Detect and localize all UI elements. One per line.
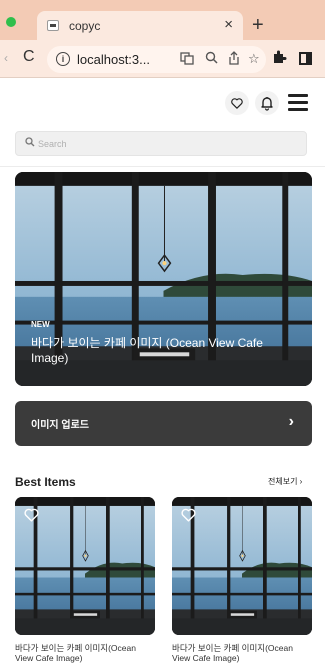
share-icon[interactable] (228, 51, 240, 68)
zoom-icon[interactable] (205, 51, 218, 67)
search-input[interactable] (38, 134, 298, 154)
see-all-link[interactable]: 전체보기 › (268, 476, 302, 487)
bell-icon (261, 97, 273, 111)
url-text[interactable]: localhost:3... (77, 52, 150, 67)
product-card[interactable]: 바다가 보이는 카페 이미지(Ocean View Cafe Image) (15, 497, 155, 663)
image-upload-button[interactable]: 이미지 업로드 › (15, 401, 312, 446)
browser-tab-strip: copyc × + (0, 0, 325, 40)
hero-title: 바다가 보이는 카페 이미지 (Ocean View Cafe Image) (31, 336, 263, 365)
product-image (172, 497, 312, 635)
new-tab-icon[interactable]: + (252, 15, 264, 35)
product-image (15, 497, 155, 635)
site-info-icon[interactable]: i (56, 52, 70, 66)
wishlist-button[interactable] (225, 91, 249, 115)
tab-title: copyc (69, 19, 101, 33)
browser-tab[interactable]: copyc × (37, 11, 243, 40)
product-title: 바다가 보이는 카페 이미지(Ocean View Cafe Image) (172, 643, 293, 663)
heart-icon[interactable] (180, 506, 197, 523)
new-badge: NEW (31, 320, 50, 329)
chevron-right-icon: › (288, 413, 294, 430)
product-title: 바다가 보이는 카페 이미지(Ocean View Cafe Image) (15, 643, 136, 663)
address-bar[interactable]: i localhost:3... ☆ (47, 46, 266, 73)
tab-close-icon[interactable]: × (224, 16, 233, 33)
upload-button-label: 이미지 업로드 (31, 420, 89, 431)
notification-button[interactable] (255, 91, 279, 115)
search-icon (25, 137, 35, 147)
heart-icon[interactable] (23, 506, 40, 523)
hero-banner[interactable]: NEW 바다가 보이는 카페 이미지 (Ocean View Cafe Imag… (15, 172, 312, 386)
side-panel-icon[interactable] (299, 52, 312, 65)
extensions-icon[interactable] (272, 49, 287, 68)
heart-icon (225, 91, 249, 115)
menu-icon[interactable] (288, 94, 308, 112)
tab-favicon-icon (47, 20, 59, 31)
best-items-title: Best Items (15, 475, 76, 489)
translate-icon[interactable] (180, 51, 194, 68)
header-divider (0, 166, 325, 167)
reload-icon[interactable]: C (23, 48, 35, 66)
bookmark-star-icon[interactable]: ☆ (248, 51, 260, 67)
window-maximize-dot[interactable] (6, 17, 16, 27)
back-icon[interactable]: ‹ (4, 51, 8, 65)
search-bar[interactable] (15, 131, 307, 156)
browser-toolbar: ‹ C i localhost:3... ☆ (0, 40, 325, 78)
page: NEW 바다가 보이는 카페 이미지 (Ocean View Cafe Imag… (0, 79, 325, 671)
product-card[interactable]: 바다가 보이는 카페 이미지(Ocean View Cafe Image) (172, 497, 312, 663)
